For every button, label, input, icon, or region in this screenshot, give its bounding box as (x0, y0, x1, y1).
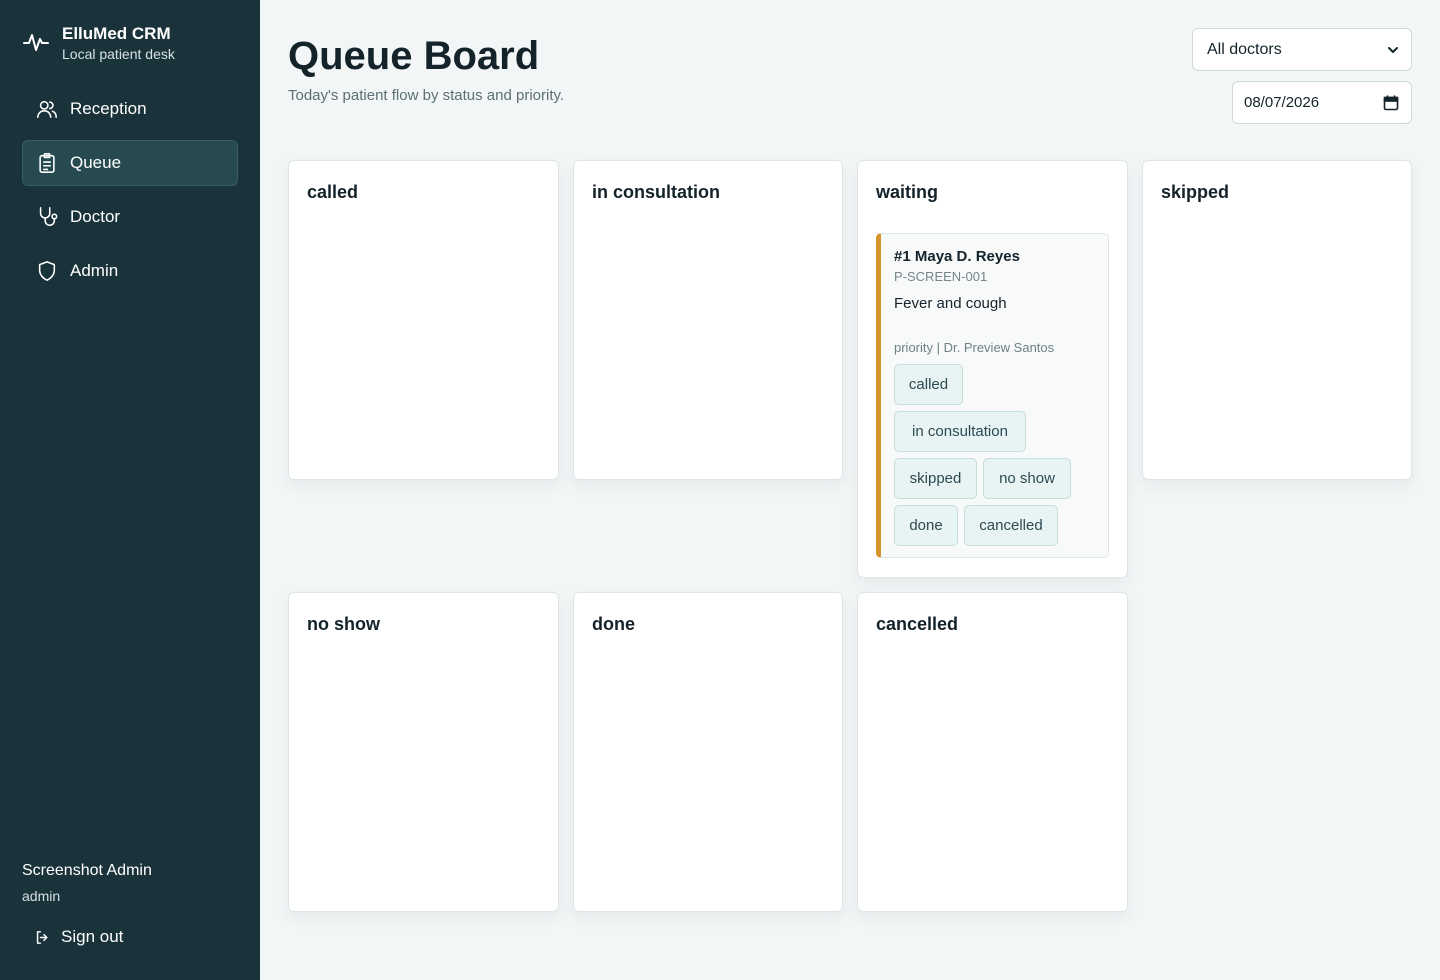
queue-card[interactable]: #1 Maya D. Reyes P-SCREEN-001 Fever and … (876, 233, 1109, 558)
nav-item-queue[interactable]: Queue (22, 140, 238, 186)
app-name: ElluMed CRM (62, 24, 171, 43)
status-called-button[interactable]: called (894, 364, 963, 405)
nav-item-reception[interactable]: Reception (22, 86, 238, 132)
main-nav: Reception Queue Doctor Admin (22, 86, 238, 302)
visit-reason: Fever and cough (894, 295, 1007, 312)
column-title: in consultation (592, 182, 720, 202)
user-info: Screenshot Admin admin (22, 860, 152, 904)
column-title: done (592, 614, 635, 634)
column-title: called (307, 182, 359, 202)
queue-column-called: called (288, 160, 559, 480)
sign-out-label: Sign out (61, 927, 124, 946)
queue-column-done: done (573, 592, 843, 912)
nav-label-doctor: Doctor (70, 207, 121, 226)
page-title: Queue Board (288, 34, 540, 78)
nav-item-doctor[interactable]: Doctor (22, 194, 238, 240)
queue-column-no-show: no show (288, 592, 559, 912)
queue-column-waiting: waiting #1 Maya D. Reyes P-SCREEN-001 Fe… (857, 160, 1128, 578)
user-name: Screenshot Admin (22, 862, 152, 879)
column-title: cancelled (876, 614, 959, 634)
stethoscope-icon (39, 207, 58, 226)
status-skipped-button[interactable]: skipped (894, 458, 977, 499)
status-done-button[interactable]: done (894, 505, 958, 546)
nav-label-reception: Reception (70, 99, 147, 118)
doctor-filter-value: All doctors (1207, 40, 1282, 58)
queue-column-skipped: skipped (1142, 160, 1412, 480)
status-cancelled-button[interactable]: cancelled (964, 505, 1058, 546)
status-no-show-button[interactable]: no show (983, 458, 1071, 499)
user-role: admin (22, 888, 61, 904)
date-filter-value: 08/07/2026 (1244, 94, 1320, 111)
sidebar: ElluMed CRM Local patient desk Reception… (0, 0, 260, 980)
clipboard-icon (39, 153, 55, 173)
sign-out-button[interactable]: Sign out (22, 920, 142, 954)
column-title: skipped (1161, 182, 1230, 202)
queue-column-cancelled: cancelled (857, 592, 1128, 912)
sign-out-icon (36, 930, 48, 944)
date-filter-input[interactable]: 08/07/2026 (1232, 81, 1412, 124)
brand: ElluMed CRM Local patient desk (22, 24, 175, 64)
column-title: no show (307, 614, 380, 634)
shield-icon (38, 261, 56, 281)
nav-item-admin[interactable]: Admin (22, 248, 238, 294)
app-subtitle: Local patient desk (62, 46, 175, 62)
column-title: waiting (876, 182, 938, 202)
page-subtitle: Today's patient flow by status and prior… (288, 87, 565, 104)
calendar-icon (1383, 94, 1399, 110)
pulse-icon (23, 34, 49, 51)
nav-label-admin: Admin (70, 261, 119, 280)
doctor-filter-select[interactable]: All doctors (1192, 28, 1412, 71)
priority-doctor-meta: priority | Dr. Preview Santos (894, 340, 1055, 355)
users-icon (37, 100, 57, 119)
status-in-consultation-button[interactable]: in consultation (894, 411, 1026, 452)
nav-label-queue: Queue (70, 153, 122, 172)
queue-column-in-consultation: in consultation (573, 160, 843, 480)
chevron-down-icon (1388, 46, 1398, 53)
patient-code: P-SCREEN-001 (894, 269, 988, 284)
queue-number-patient-name: #1 Maya D. Reyes (894, 248, 1020, 265)
